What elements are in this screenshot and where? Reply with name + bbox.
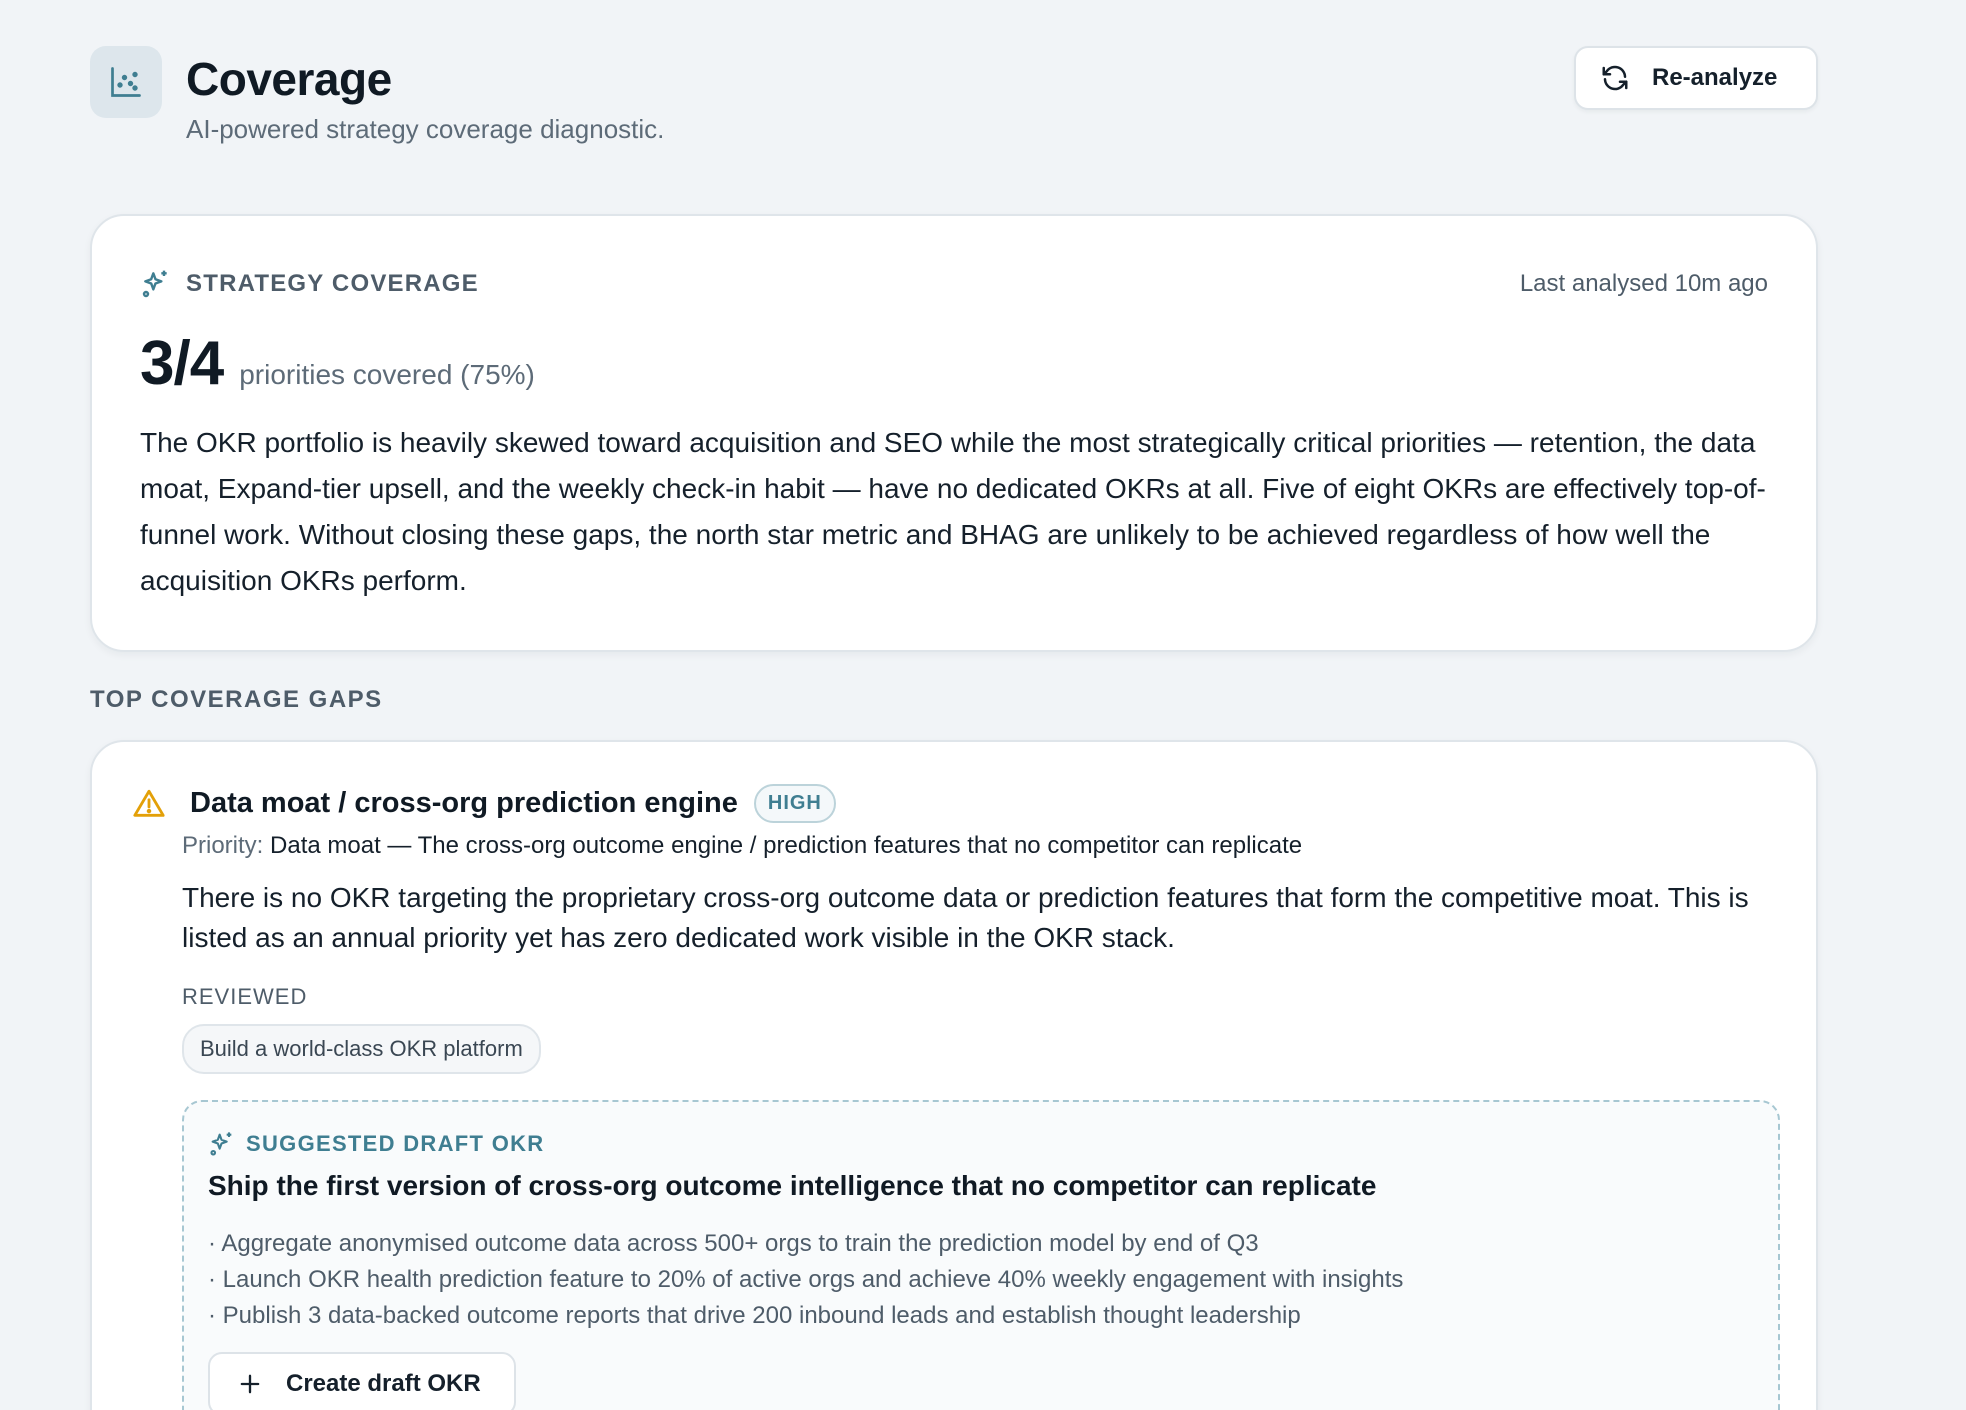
plus-icon — [240, 1374, 260, 1394]
gap-card: Data moat / cross-org prediction engine … — [90, 740, 1818, 1410]
gap-title: Data moat / cross-org prediction engine — [190, 787, 738, 819]
draft-label-row: SUGGESTED DRAFT OKR — [208, 1130, 545, 1158]
draft-title: Ship the first version of cross-org outc… — [208, 1170, 1377, 1201]
score-caption: priorities covered (75%) — [239, 359, 535, 390]
sparkles-icon — [142, 270, 167, 298]
key-result-item: · Publish 3 data-backed outcome reports … — [208, 1302, 1301, 1329]
strategy-coverage-card: STRATEGY COVERAGE Last analysed 10m ago … — [90, 214, 1818, 652]
page-title: Coverage — [186, 53, 392, 105]
coverage-page: Coverage AI-powered strategy coverage di… — [0, 0, 1966, 1410]
last-analysed-text: Last analysed 10m ago — [1519, 270, 1768, 297]
reviewed-okr-chip[interactable]: Build a world-class OKR platform — [182, 1024, 541, 1074]
gap-title-row: Data moat / cross-org prediction engine … — [132, 784, 836, 823]
reanalyze-button[interactable]: Re-analyze — [1574, 46, 1818, 110]
draft-key-results: · Aggregate anonymised outcome data acro… — [208, 1226, 1403, 1334]
score-value: 3/4 — [140, 329, 224, 398]
top-gaps-heading: TOP COVERAGE GAPS — [90, 686, 383, 713]
sparkles-icon — [210, 1132, 232, 1156]
strategy-coverage-heading: STRATEGY COVERAGE — [140, 268, 479, 300]
key-result-item: · Aggregate anonymised outcome data acro… — [208, 1230, 1259, 1257]
warning-triangle-icon — [133, 789, 165, 817]
coverage-score: 3/4 priorities covered (75%) — [140, 328, 535, 399]
create-draft-okr-label: Create draft OKR — [286, 1370, 481, 1397]
key-result-item: · Launch OKR health prediction feature t… — [208, 1266, 1404, 1293]
header-logo — [90, 46, 162, 118]
scatter-chart-icon — [111, 67, 141, 97]
refresh-icon — [1602, 65, 1628, 91]
priority-key: Priority: — [182, 832, 264, 859]
reviewed-label: REVIEWED — [182, 984, 308, 1009]
draft-label: SUGGESTED DRAFT OKR — [246, 1131, 545, 1156]
create-draft-okr-button[interactable]: Create draft OKR — [208, 1352, 516, 1410]
page-header: Coverage AI-powered strategy coverage di… — [90, 46, 1818, 156]
strategy-coverage-label: STRATEGY COVERAGE — [186, 270, 479, 297]
page-subtitle: AI-powered strategy coverage diagnostic. — [186, 114, 665, 144]
suggested-draft-okr: SUGGESTED DRAFT OKR Ship the first versi… — [182, 1100, 1780, 1410]
severity-badge: HIGH — [753, 784, 836, 823]
gap-description: There is no OKR targeting the proprietar… — [182, 882, 1749, 953]
reanalyze-label: Re-analyze — [1652, 64, 1778, 91]
gap-priority: Priority: Data moat — The cross-org outc… — [182, 832, 1302, 860]
priority-value: Data moat — The cross-org outcome engine… — [270, 832, 1303, 859]
coverage-summary-text: The OKR portfolio is heavily skewed towa… — [140, 427, 1766, 596]
